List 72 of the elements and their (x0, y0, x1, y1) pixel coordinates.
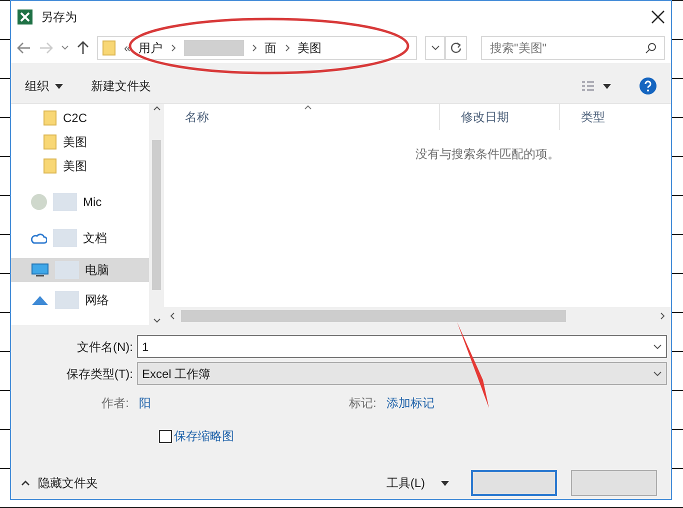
chevron-left-icon (170, 312, 175, 320)
chevron-down-icon (430, 45, 440, 51)
chevron-right-icon (660, 312, 665, 320)
horizontal-scrollbar[interactable] (164, 307, 671, 325)
chevron-down-icon (653, 370, 662, 376)
network-icon (31, 294, 49, 306)
field-label: 标记: (349, 395, 376, 412)
field-label: 保存类型(T): (65, 366, 134, 382)
chevron-right-icon (252, 44, 257, 52)
back-arrow-icon[interactable] (17, 42, 31, 54)
nav-item[interactable]: 美图 (11, 130, 149, 154)
column-header[interactable]: 修改日期 (440, 104, 560, 130)
caret-icon (55, 84, 63, 88)
author-value[interactable]: 阳 (139, 394, 349, 412)
hide-folders-toggle[interactable]: 隐藏文件夹 (21, 474, 98, 492)
breadcrumb-item[interactable]: 用户 (138, 39, 163, 57)
empty-message: 没有与搜索条件匹配的项。 (416, 146, 560, 163)
add-tag-link[interactable]: 添加标记 (386, 394, 434, 412)
tools-menu[interactable]: 工具(L) (386, 474, 449, 492)
caret-icon (603, 84, 611, 88)
column-header[interactable]: 类型 (560, 104, 671, 130)
search-field[interactable]: 搜索"美图" (481, 36, 665, 60)
close-icon[interactable] (651, 10, 665, 24)
view-options-button[interactable] (581, 80, 611, 92)
nav-item[interactable]: 电脑 (11, 258, 149, 282)
list-view-icon (581, 80, 595, 92)
address-dropdown-button[interactable] (425, 36, 445, 60)
field-label: 文件名(N): (76, 338, 134, 356)
redaction-block (55, 291, 79, 309)
chevron-down-icon (152, 318, 160, 323)
redaction-block (53, 193, 77, 211)
refresh-icon (450, 42, 462, 54)
chevron-down-icon[interactable] (61, 45, 69, 51)
chevron-right-icon (170, 44, 176, 52)
spreadsheet-icon (17, 9, 33, 25)
checkbox-label[interactable]: 保存缩略图 (174, 427, 234, 445)
field-label: 作者: (100, 395, 129, 412)
folder-icon (43, 110, 57, 126)
checkbox[interactable] (159, 430, 172, 442)
breadcrumb-item[interactable]: 美图 (298, 39, 322, 57)
scroll-thumb[interactable] (152, 140, 161, 290)
folder-icon (102, 40, 116, 56)
search-icon (645, 42, 657, 54)
nav-item[interactable]: 文档 (11, 226, 149, 250)
redaction-block (53, 229, 77, 247)
nav-item[interactable]: 美图 (11, 154, 149, 178)
nav-item[interactable]: 网络 (11, 288, 149, 312)
refresh-button[interactable] (445, 36, 467, 60)
chevron-right-icon (284, 44, 290, 52)
help-icon[interactable] (639, 77, 657, 95)
chevron-up-icon (21, 480, 30, 486)
chevron-down-icon (653, 344, 662, 350)
vertical-scrollbar[interactable] (149, 104, 164, 325)
folder-icon (43, 158, 57, 174)
cloud-icon (31, 232, 47, 244)
organize-menu[interactable]: 组织 (25, 77, 63, 95)
breadcrumb-item[interactable]: 面 (264, 39, 277, 57)
nav-item[interactable]: C2C (11, 106, 149, 130)
chevron-up-icon (152, 106, 160, 111)
caret-icon (441, 480, 449, 486)
file-type-dropdown[interactable]: Excel 工作簿 (137, 362, 667, 385)
folder-icon (43, 134, 57, 150)
filename-field[interactable]: 1 (137, 335, 667, 358)
new-folder-button[interactable]: 新建文件夹 (91, 77, 151, 95)
nav-item[interactable]: Mic (11, 190, 149, 214)
save-button[interactable] (471, 470, 557, 496)
column-header[interactable]: 名称 (164, 104, 440, 130)
monitor-icon (31, 263, 49, 277)
blurred-icon (31, 194, 47, 210)
window-title: 另存为 (41, 9, 77, 26)
scroll-thumb[interactable] (181, 310, 566, 322)
up-arrow-icon[interactable] (77, 41, 89, 55)
